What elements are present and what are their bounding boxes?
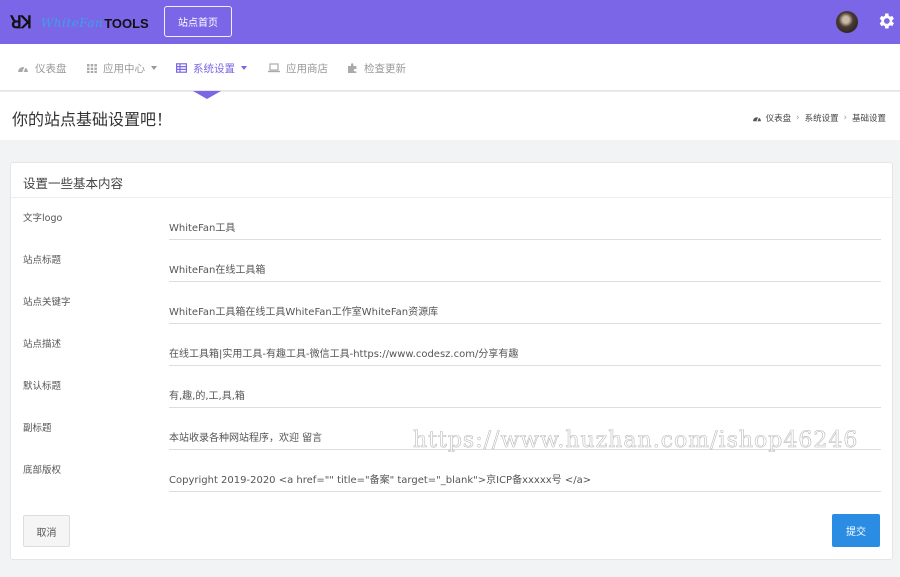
breadcrumb-item-basic-settings: 基础设置 — [851, 114, 886, 124]
footer-copyright-input[interactable]: Copyright 2019-2020 <a href="" title="备案… — [169, 470, 881, 492]
logo-script-text: WhiteFan — [40, 16, 104, 30]
puzzle-icon — [348, 63, 357, 73]
laptop-icon — [268, 63, 280, 73]
field-label: 底部版权 — [23, 465, 62, 476]
nav-item-check-update[interactable]: 检查更新 — [347, 61, 406, 75]
nav-label: 系统设置 — [193, 62, 235, 75]
table-icon — [176, 63, 187, 73]
field-label: 默认标题 — [23, 381, 62, 392]
nav-item-app-store[interactable]: 应用商店 — [268, 61, 328, 75]
field-label: 站点关键字 — [23, 297, 71, 308]
settings-panel: 设置一些基本内容 文字logo WhiteFan工具 站点标题 WhiteFan… — [10, 162, 893, 560]
site-title-input[interactable]: WhiteFan在线工具箱 — [169, 260, 881, 282]
watermark-text: https://www.huzhan.com/ishop46246 — [413, 428, 859, 454]
grid-icon — [87, 64, 97, 73]
page-header: 你的站点基础设置吧！ 仪表盘 › 系统设置 › 基础设置 — [0, 92, 900, 140]
form-row-logo-text: 文字logo WhiteFan工具 — [11, 210, 892, 252]
avatar[interactable] — [836, 11, 858, 33]
field-label: 站点描述 — [23, 339, 62, 350]
site-description-input[interactable]: 在线工具箱|实用工具-有趣工具-微信工具-https://www.codesz.… — [169, 344, 881, 366]
default-title-input[interactable]: 有,趣,的,工,具,箱 — [169, 386, 881, 408]
panel-divider — [11, 197, 892, 198]
nav-item-dashboard[interactable]: 仪表盘 — [17, 61, 67, 75]
submit-button[interactable]: 提交 — [832, 514, 880, 547]
nav-label: 仪表盘 — [35, 62, 67, 75]
logo-tools-text: TOOLS — [104, 15, 149, 31]
breadcrumb-item-system-settings[interactable]: 系统设置 — [805, 112, 839, 124]
site-logo[interactable]: ꓤꓘ WhiteFan TOOLS — [10, 13, 149, 33]
active-nav-pointer — [193, 91, 221, 99]
nav-item-system-settings[interactable]: 系统设置 — [176, 61, 247, 75]
nav-label: 检查更新 — [364, 62, 406, 75]
page-title: 你的站点基础设置吧！ — [12, 110, 173, 129]
breadcrumb-separator: › — [796, 113, 800, 123]
dashboard-icon — [752, 117, 761, 122]
form-row-site-title: 站点标题 WhiteFan在线工具箱 — [11, 252, 892, 294]
logo-text-input[interactable]: WhiteFan工具 — [169, 218, 881, 240]
form-row-site-description: 站点描述 在线工具箱|实用工具-有趣工具-微信工具-https://www.co… — [11, 336, 892, 378]
top-bar: ꓤꓘ WhiteFan TOOLS 站点首页 — [0, 0, 900, 44]
nav-label: 应用中心 — [103, 62, 145, 75]
main-nav: 仪表盘 应用中心 系统设置 应用商店 检查更新 — [0, 44, 900, 91]
form-row-default-title: 默认标题 有,趣,的,工,具,箱 — [11, 378, 892, 420]
panel-title: 设置一些基本内容 — [23, 176, 124, 191]
nav-label: 应用商店 — [286, 62, 328, 75]
breadcrumb-item-dashboard[interactable]: 仪表盘 — [766, 112, 792, 124]
gear-icon[interactable] — [876, 11, 896, 31]
chevron-down-icon — [241, 66, 247, 70]
form-row-site-keywords: 站点关键字 WhiteFan工具箱在线工具WhiteFan工作室WhiteFan… — [11, 294, 892, 336]
form-row-footer-copyright: 底部版权 Copyright 2019-2020 <a href="" titl… — [11, 462, 892, 504]
field-label: 副标题 — [23, 423, 52, 434]
site-keywords-input[interactable]: WhiteFan工具箱在线工具WhiteFan工作室WhiteFan资源库 — [169, 302, 881, 324]
field-label: 文字logo — [23, 213, 63, 224]
chevron-down-icon — [151, 66, 157, 70]
cancel-button[interactable]: 取消 — [23, 515, 70, 547]
breadcrumb-separator: › — [843, 113, 847, 123]
field-label: 站点标题 — [23, 255, 62, 266]
logo-mark: ꓤꓘ — [10, 13, 32, 33]
breadcrumb: 仪表盘 › 系统设置 › 基础设置 — [752, 112, 886, 124]
nav-item-app-center[interactable]: 应用中心 — [87, 61, 157, 75]
dashboard-icon — [18, 66, 28, 73]
site-home-button[interactable]: 站点首页 — [164, 6, 232, 37]
